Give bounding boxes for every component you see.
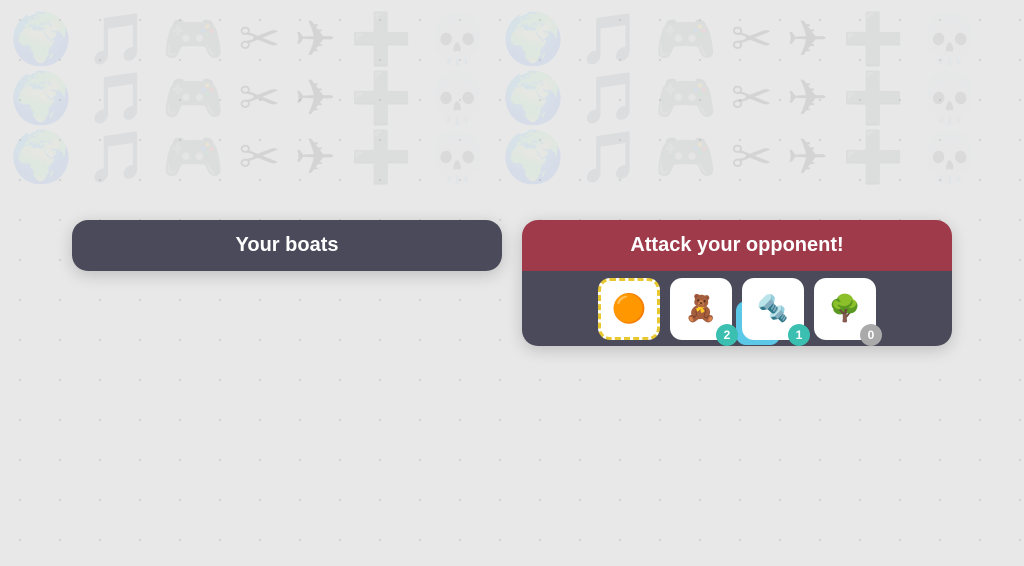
missile-badge: 1 <box>788 324 810 346</box>
right-panel-title: Attack your opponent! <box>630 234 843 256</box>
tree-icon: 🌳 <box>829 293 861 324</box>
panels-container: Your boats ☠ ☠ ☠ <box>72 220 952 346</box>
left-panel-title: Your boats <box>236 234 339 256</box>
right-panel: Attack your opponent! ☠ ☠ ☠ 🟠 🧸 2 🔩 1 <box>522 220 952 346</box>
left-panel-header: Your boats <box>72 220 502 271</box>
missile-icon: 🔩 <box>757 293 789 324</box>
right-panel-header: Attack your opponent! <box>522 220 952 271</box>
nuke-icon: 🧸 <box>685 293 717 324</box>
left-panel: Your boats ☠ ☠ ☠ <box>72 220 502 271</box>
tree-badge: 0 <box>860 324 882 346</box>
weapon-tree[interactable]: 🌳 0 <box>814 278 876 340</box>
weapon-torpedo[interactable]: 🟠 <box>598 278 660 340</box>
nuke-badge: 2 <box>716 324 738 346</box>
torpedo-icon: 🟠 <box>612 292 647 325</box>
weapon-missile[interactable]: 🔩 1 <box>742 278 804 340</box>
weapon-nuke[interactable]: 🧸 2 <box>670 278 732 340</box>
